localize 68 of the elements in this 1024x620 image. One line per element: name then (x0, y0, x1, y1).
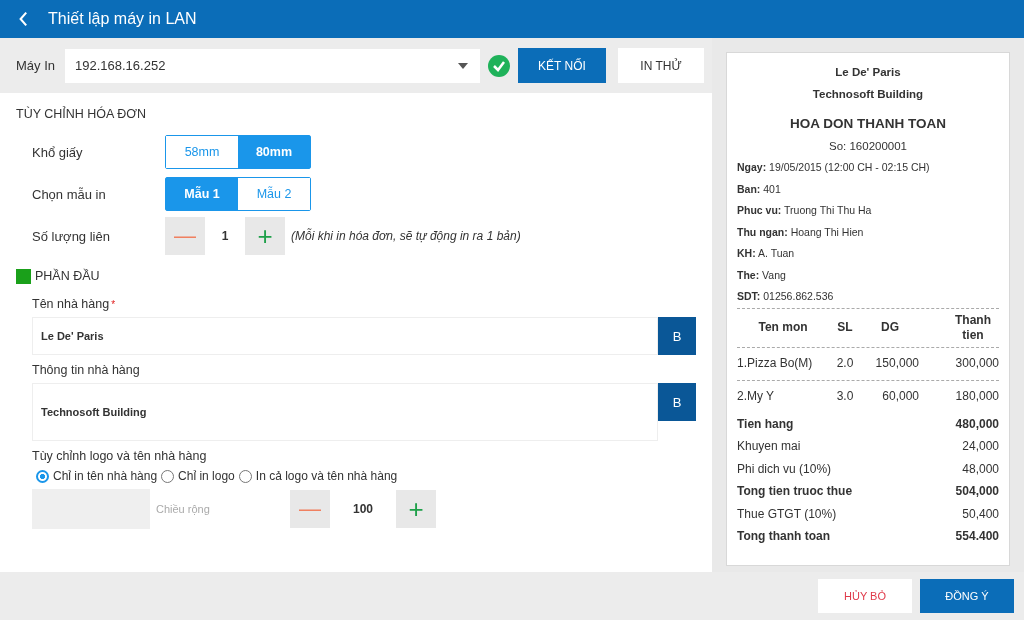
receipt-field: KH: A. Tuan (737, 243, 999, 265)
dropdown-icon (458, 62, 468, 69)
total-label: Phi dich vu (10%) (737, 460, 832, 478)
width-label: Chiều rộng (156, 503, 211, 515)
table-cell-text: 150,000 (874, 356, 919, 371)
back-icon[interactable] (18, 11, 28, 27)
section-title: PHẦN ĐẦU (35, 269, 100, 283)
radio-option[interactable]: Chỉ in logo (161, 469, 235, 483)
receipt-field: Thu ngan: Hoang Thi Hien (737, 221, 999, 243)
total-label: Thue GTGT (10%) (737, 505, 837, 523)
copies-value: 1 (205, 217, 245, 255)
template-option[interactable]: Mẫu 1 (166, 178, 238, 210)
receipt-name: Le De' Paris (834, 65, 902, 80)
total-value: 50,400 (962, 505, 999, 523)
receipt-info: Technosoft Building (811, 87, 925, 102)
table-cell-text: 1.Pizza Bo(M) (737, 356, 814, 371)
field-label: Tên nhà hàng (32, 297, 110, 311)
increase-button[interactable]: + (245, 217, 285, 255)
table-cell-text: 2.My Y (737, 389, 776, 404)
table-cell-text: 60,000 (881, 389, 919, 404)
total-label: Khuyen mai (737, 438, 801, 455)
receipt-field: Ngay: 19/05/2015 (12:00 CH - 02:15 CH) (737, 157, 999, 179)
receipt-number: So: 160200001 (828, 139, 908, 154)
copies-label: Số lượng liên (32, 228, 111, 244)
test-print-button[interactable]: IN THỬ (618, 48, 704, 83)
bold-button[interactable]: B (658, 317, 696, 355)
column-header: DG (880, 320, 900, 335)
paper-size-label: Khổ giấy (32, 144, 84, 160)
total-value: 480,000 (955, 415, 999, 433)
restaurant-name-field[interactable]: Le De' Paris (32, 317, 658, 355)
total-value: 504,000 (955, 483, 999, 500)
total-label: Tong tien truoc thue (737, 483, 853, 500)
radio-option[interactable]: In cả logo và tên nhà hàng (238, 469, 398, 483)
total-value: 48,000 (962, 460, 999, 478)
receipt-field: Ban: 401 (737, 178, 999, 200)
field-label: Tùy chỉnh logo và tên nhà hàng (31, 449, 208, 463)
copies-hint: (Mỗi khi in hóa đơn, sẽ tự động in ra 1 bản) (291, 229, 521, 243)
table-cell-text: 180,000 (954, 389, 999, 404)
printer-select[interactable]: 192.168.16.252 (65, 48, 480, 83)
receipt-field: The: Vang (737, 264, 999, 286)
table-cell-text: 2.0 (835, 356, 855, 371)
confirm-button[interactable]: ĐỒNG Ý (920, 579, 1014, 613)
page-title: Thiết lập máy in LAN (48, 10, 197, 28)
total-value: 24,000 (962, 438, 999, 455)
table-cell-text: 3.0 (835, 389, 855, 404)
receipt-field: SDT: 01256.862.536 (737, 286, 999, 308)
bold-button[interactable]: B (658, 383, 696, 421)
column-header: Ten mon (757, 320, 809, 335)
receipt-title: HOA DON THANH TOAN (789, 115, 947, 133)
restaurant-info-field[interactable]: Technosoft Building (32, 383, 658, 441)
radio-option[interactable]: Chỉ in tên nhà hàng (36, 469, 158, 483)
table-cell-text: 300,000 (954, 356, 999, 371)
increase-button[interactable]: + (396, 490, 436, 528)
section-title: TÙY CHỈNH HÓA ĐƠN (16, 107, 147, 121)
connect-button[interactable]: KẾT NỐI (518, 48, 606, 83)
field-label: Thông tin nhà hàng (31, 363, 141, 377)
printer-label: Máy In (16, 58, 55, 73)
paper-size-option[interactable]: 80mm (238, 136, 310, 168)
width-value: 100 (330, 490, 396, 528)
column-header: SL (836, 320, 854, 335)
column-header: Thanh tien (954, 312, 992, 343)
receipt-field: Phuc vu: Truong Thi Thu Ha (737, 200, 999, 222)
required-mark: * (111, 299, 116, 310)
total-label: Tien hang (737, 415, 794, 433)
cancel-button[interactable]: HỦY BỎ (818, 579, 912, 613)
template-label: Chọn mẫu in (32, 186, 107, 202)
total-value: 554.400 (955, 528, 999, 545)
total-label: Tong thanh toan (737, 528, 831, 545)
